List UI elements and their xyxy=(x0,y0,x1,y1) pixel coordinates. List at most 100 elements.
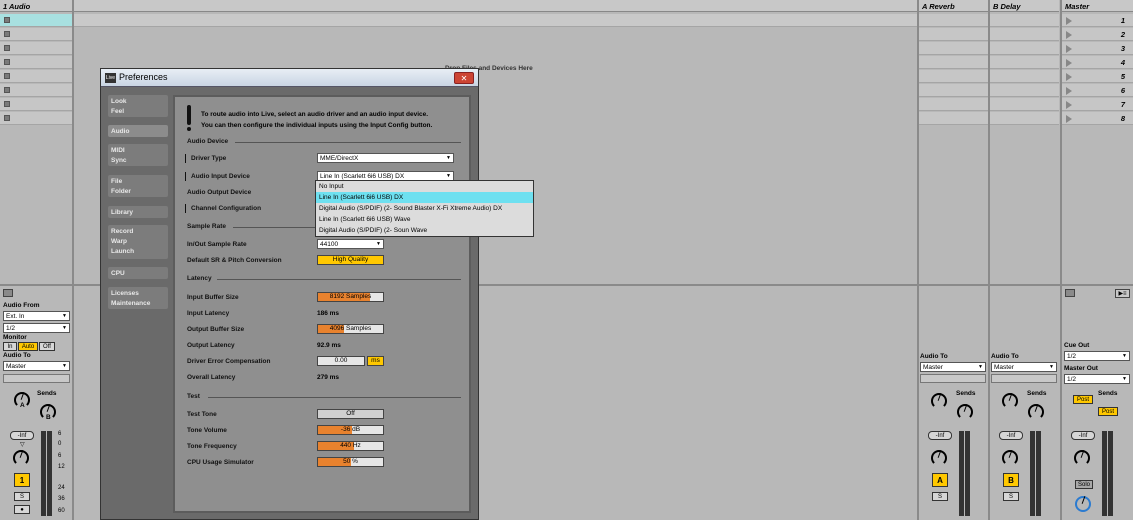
reverb-volume-readout[interactable]: -Inf xyxy=(928,431,952,440)
arm-button[interactable]: ● xyxy=(14,505,30,514)
tab-record-warp-launch[interactable]: Record Warp Launch xyxy=(108,225,168,259)
clip-slot[interactable] xyxy=(0,28,72,41)
drop-area-row[interactable] xyxy=(74,14,917,27)
master-volume-readout[interactable]: -Inf xyxy=(1071,431,1095,440)
tone-volume-field[interactable]: -36 dB xyxy=(317,425,384,435)
scene-number: 1 xyxy=(1120,16,1125,25)
driver-type-select[interactable]: MME/DirectX xyxy=(317,153,454,163)
live-logo-icon: Live xyxy=(105,73,116,83)
return-slot xyxy=(990,42,1059,55)
scene-launch[interactable]: 6 xyxy=(1062,84,1133,97)
input-buffer-field[interactable]: 8192 Samples xyxy=(317,292,384,302)
reverb-audio-to-select[interactable]: Master xyxy=(920,362,986,372)
track-header-empty xyxy=(74,0,917,12)
track-header-master[interactable]: Master xyxy=(1062,0,1133,12)
dropdown-option[interactable]: No Input xyxy=(316,181,533,192)
driver-error-field[interactable]: 0.00 xyxy=(317,356,365,366)
output-buffer-field[interactable]: 4096 Samples xyxy=(317,324,384,334)
return-slot xyxy=(919,28,988,41)
test-tone-label: Test Tone xyxy=(187,411,217,418)
scene-launch[interactable]: 8 xyxy=(1062,112,1133,125)
delay-audio-to-channel[interactable] xyxy=(991,374,1057,383)
scene-launch[interactable]: 4 xyxy=(1062,56,1133,69)
solo-button[interactable]: S xyxy=(14,492,30,501)
cue-volume-knob[interactable] xyxy=(1075,496,1091,512)
info-text-line2: You can then configure the individual in… xyxy=(201,122,433,129)
clip-slot[interactable] xyxy=(0,70,72,83)
delay-pan-knob[interactable] xyxy=(1002,450,1018,466)
clip-slot[interactable] xyxy=(0,42,72,55)
tab-file-folder[interactable]: File Folder xyxy=(108,175,168,197)
tab-look-feel[interactable]: Look Feel xyxy=(108,95,168,117)
required-marker xyxy=(185,204,186,213)
in-out-sample-rate-select[interactable]: 44100 xyxy=(317,239,384,249)
post-button[interactable]: Post xyxy=(1098,407,1118,416)
clip-slot[interactable] xyxy=(0,112,72,125)
audio-to-channel[interactable] xyxy=(3,374,70,383)
pan-knob[interactable] xyxy=(13,450,29,466)
driver-error-unit-button[interactable]: ms xyxy=(367,356,384,366)
tab-licenses-maintenance[interactable]: Licenses Maintenance xyxy=(108,287,168,309)
return-a-activator[interactable]: A xyxy=(932,473,948,487)
scene-launch[interactable]: 5 xyxy=(1062,70,1133,83)
input-latency-value: 186 ms xyxy=(317,310,340,317)
play-icon xyxy=(1066,115,1072,123)
clip-slot[interactable] xyxy=(0,98,72,111)
monitor-off-button[interactable]: Off xyxy=(39,342,55,351)
dialog-title-bar[interactable]: Live Preferences ✕ xyxy=(101,69,478,87)
reverb-send-a-knob[interactable] xyxy=(931,393,947,409)
close-icon[interactable]: ✕ xyxy=(454,72,474,84)
track-header-delay[interactable]: B Delay xyxy=(990,0,1059,12)
delay-solo-button[interactable]: S xyxy=(1003,492,1019,501)
clip-slot[interactable] xyxy=(0,56,72,69)
tab-library[interactable]: Library xyxy=(108,206,168,218)
input-channel-select[interactable]: 1/2 xyxy=(3,323,70,333)
audio-to-select[interactable]: Master xyxy=(3,361,70,371)
delay-volume-readout[interactable]: -Inf xyxy=(999,431,1023,440)
scene-launch[interactable]: 7 xyxy=(1062,98,1133,111)
monitor-auto-button[interactable]: Auto xyxy=(18,342,38,351)
track-header-audio[interactable]: 1 Audio xyxy=(0,0,72,12)
scene-launch[interactable]: 2 xyxy=(1062,28,1133,41)
tone-freq-field[interactable]: 440 Hz xyxy=(317,441,384,451)
clip-slot[interactable] xyxy=(0,84,72,97)
test-section: Test xyxy=(187,393,200,400)
track-activator-button[interactable]: 1 xyxy=(14,473,30,487)
scene-launch[interactable]: 3 xyxy=(1062,42,1133,55)
tab-cpu[interactable]: CPU xyxy=(108,267,168,279)
scene-launch-icon[interactable]: ▶≡ xyxy=(1115,289,1130,298)
reverb-audio-to-channel[interactable] xyxy=(920,374,986,383)
scene-launch[interactable]: 1 xyxy=(1062,14,1133,27)
dropdown-option[interactable]: Line In (Scarlett 6i6 USB) Wave xyxy=(316,214,533,225)
tab-audio[interactable]: Audio xyxy=(108,125,168,137)
post-button[interactable]: Post xyxy=(1073,395,1093,404)
cpu-sim-field[interactable]: 50 % xyxy=(317,457,384,467)
master-pan-knob[interactable] xyxy=(1074,450,1090,466)
delay-send-a-knob[interactable] xyxy=(1002,393,1018,409)
monitor-in-button[interactable]: In xyxy=(3,342,17,351)
cue-out-select[interactable]: 1/2 xyxy=(1064,351,1130,361)
track-header-reverb[interactable]: A Reverb xyxy=(919,0,988,12)
section-divider xyxy=(217,279,461,280)
stop-icon xyxy=(4,115,10,121)
delay-send-b-knob[interactable] xyxy=(1028,404,1044,420)
master-out-select[interactable]: 1/2 xyxy=(1064,374,1130,384)
tab-midi-sync[interactable]: MIDI Sync xyxy=(108,144,168,166)
reverb-solo-button[interactable]: S xyxy=(932,492,948,501)
audio-from-select[interactable]: Ext. In xyxy=(3,311,70,321)
overall-latency-value: 279 ms xyxy=(317,374,340,381)
reverb-send-b-knob[interactable] xyxy=(957,404,973,420)
test-tone-toggle[interactable]: Off xyxy=(317,409,384,419)
default-sr-button[interactable]: High Quality xyxy=(317,255,384,265)
clip-slot[interactable] xyxy=(0,14,72,27)
dropdown-option[interactable]: Digital Audio (S/PDIF) (2- Soun Wave xyxy=(316,225,533,236)
dropdown-option[interactable]: Digital Audio (S/PDIF) (2- Sound Blaster… xyxy=(316,203,533,214)
delay-audio-to-select[interactable]: Master xyxy=(991,362,1057,372)
reverb-pan-knob[interactable] xyxy=(931,450,947,466)
solo-button[interactable]: Solo xyxy=(1075,480,1093,489)
audio-preferences-panel: To route audio into Live, select an audi… xyxy=(173,95,471,513)
return-b-activator[interactable]: B xyxy=(1003,473,1019,487)
input-buffer-value: 8192 Samples xyxy=(329,293,372,300)
volume-readout[interactable]: -Inf xyxy=(10,431,34,440)
dropdown-option-selected[interactable]: Line In (Scarlett 6i6 USB) DX xyxy=(316,192,533,203)
